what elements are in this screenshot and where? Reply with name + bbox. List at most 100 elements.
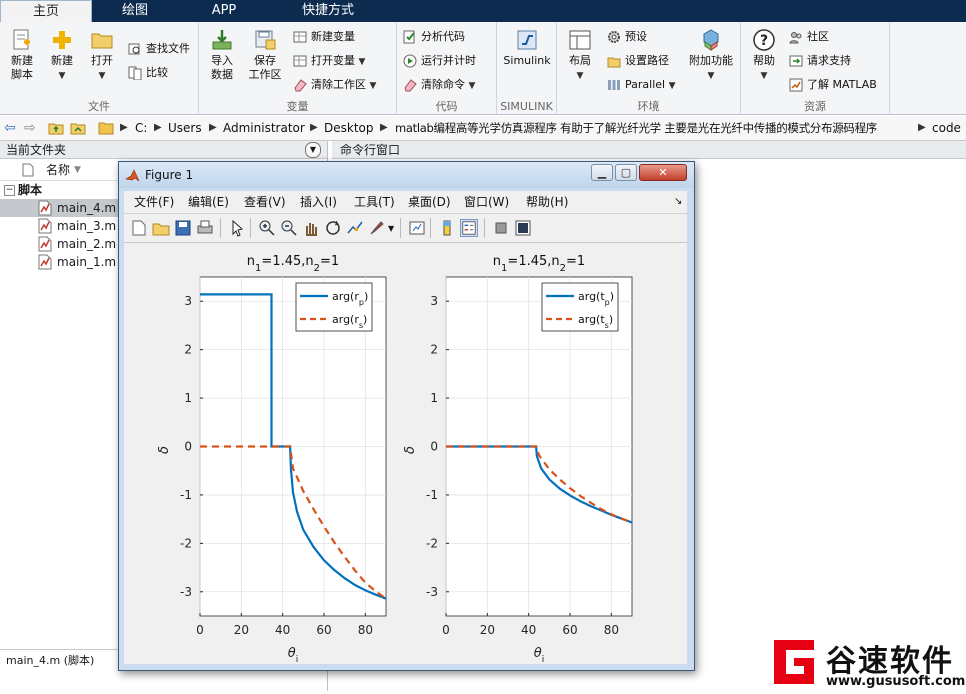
svg-text:?: ? <box>760 33 768 49</box>
breadcrumb-code[interactable]: code <box>932 116 961 140</box>
script-file-icon <box>38 254 52 270</box>
show-plot-tools-icon[interactable] <box>514 219 532 237</box>
pointer-icon[interactable] <box>228 219 246 237</box>
find-files-button[interactable]: 查找文件 <box>128 40 190 58</box>
set-path-icon <box>607 57 621 68</box>
new-script-icon <box>13 29 30 50</box>
clear-workspace-button[interactable]: 清除工作区 ▼ <box>293 76 376 94</box>
link-plot-icon[interactable] <box>408 219 426 237</box>
y-tick-label: 0 <box>184 440 192 454</box>
brush-icon[interactable] <box>368 219 386 237</box>
colorbar-icon[interactable] <box>438 219 456 237</box>
menu-view[interactable]: 查看(V) <box>244 191 286 213</box>
analyze-code-button[interactable]: 分析代码 <box>403 28 465 46</box>
tab-plots[interactable]: 绘图 <box>92 0 178 22</box>
help-icon: ? <box>753 29 775 51</box>
save-icon[interactable] <box>174 219 192 237</box>
analyze-code-icon <box>403 30 415 44</box>
panel-actions-icon[interactable]: ▼ <box>305 142 321 158</box>
menu-insert[interactable]: 插入(I) <box>300 191 337 213</box>
minimize-button[interactable]: ▁ <box>591 164 613 181</box>
menu-desktop[interactable]: 桌面(D) <box>408 191 451 213</box>
legend-right[interactable]: arg(tp)arg(ts) <box>541 282 619 332</box>
compare-icon <box>128 66 142 80</box>
chevron-down-icon: ▼ <box>760 71 768 81</box>
compare-button[interactable]: 比较 <box>128 64 168 82</box>
menu-help[interactable]: 帮助(H) <box>526 191 568 213</box>
hide-plot-tools-icon[interactable] <box>492 219 510 237</box>
group-resources: ? 帮助 ▼ 社区 请求支持 了解 MATLAB 资源 <box>741 22 890 114</box>
import-data-button[interactable]: 导入 数据 <box>205 28 239 82</box>
forward-arrow-icon[interactable]: ⇨ <box>24 116 36 140</box>
learn-matlab-button[interactable]: 了解 MATLAB <box>789 76 877 94</box>
zoom-out-icon[interactable] <box>280 219 298 237</box>
community-button[interactable]: 社区 <box>789 28 829 46</box>
print-icon[interactable] <box>196 219 214 237</box>
pan-hand-icon[interactable] <box>302 219 320 237</box>
clear-commands-button[interactable]: 清除命令 ▼ <box>403 76 475 94</box>
rotate-3d-icon[interactable] <box>324 219 342 237</box>
clear-workspace-label: 清除工作区 <box>311 78 366 91</box>
clear-commands-label: 清除命令 <box>421 78 465 91</box>
chevron-down-icon: ▼ <box>369 81 377 91</box>
toolstrip: 新建 脚本 新建 ▼ 打开 ▼ 查找文件 比较 文件 导入 数据 保存 工作区 新建变量 <box>0 22 966 115</box>
group-code: 分析代码 运行并计时 清除命令 ▼ 代码 <box>397 22 497 114</box>
new-script-button[interactable]: 新建 脚本 <box>4 28 40 82</box>
save-workspace-button[interactable]: 保存 工作区 <box>245 28 285 82</box>
axes-left[interactable]: 0 20 40 60 80 -3 -2 -1 0 1 2 3 n1=1.45,n2=1 θi δ ar… <box>157 254 387 665</box>
run-and-time-button[interactable]: 运行并计时 <box>403 52 476 70</box>
help-button[interactable]: ? 帮助 ▼ <box>747 28 781 83</box>
dock-arrow-icon[interactable]: ↘ <box>674 191 682 213</box>
tab-home[interactable]: 主页 <box>0 0 92 24</box>
collapse-icon[interactable]: − <box>4 185 15 196</box>
chevron-down-icon[interactable]: ▼ <box>388 224 394 233</box>
legend-icon[interactable] <box>460 219 478 237</box>
menu-window[interactable]: 窗口(W) <box>464 191 509 213</box>
breadcrumb-separator: ▶ <box>209 122 217 133</box>
breadcrumb-administrator[interactable]: Administrator <box>223 116 305 140</box>
maximize-button[interactable]: ▢ <box>615 164 637 181</box>
open-button[interactable]: 打开 ▼ <box>86 28 118 83</box>
save-label-1: 保存 <box>254 54 276 67</box>
data-cursor-icon[interactable] <box>346 219 364 237</box>
menu-edit[interactable]: 编辑(E) <box>188 191 229 213</box>
toolbar-separator <box>250 218 251 238</box>
browse-folder-icon[interactable] <box>70 121 86 135</box>
figure-title-bar[interactable]: Figure 1 ▁ ▢ ✕ <box>119 162 694 188</box>
breadcrumb-users[interactable]: Users <box>168 116 202 140</box>
menu-file[interactable]: 文件(F) <box>134 191 174 213</box>
open-variable-button[interactable]: 打开变量 ▼ <box>293 52 365 70</box>
breadcrumb-drive[interactable]: C: <box>135 116 147 140</box>
close-button[interactable]: ✕ <box>639 164 687 181</box>
new-button[interactable]: 新建 ▼ <box>46 28 78 83</box>
tab-apps[interactable]: APP <box>180 0 268 22</box>
y-tick-label: 3 <box>184 294 192 308</box>
main-tab-strip: 主页 绘图 APP 快捷方式 <box>0 0 966 24</box>
add-ons-button[interactable]: 附加功能 ▼ <box>687 28 735 83</box>
preferences-button[interactable]: 预设 <box>607 28 647 46</box>
breadcrumb-desktop[interactable]: Desktop <box>324 116 374 140</box>
y-tick-label: 1 <box>184 391 192 405</box>
new-variable-button[interactable]: 新建变量 <box>293 28 355 46</box>
request-support-button[interactable]: 请求支持 <box>789 52 851 70</box>
back-arrow-icon[interactable]: ⇦ <box>4 116 16 140</box>
sort-icon: ▼ <box>74 165 81 175</box>
open-file-icon[interactable] <box>152 219 170 237</box>
tab-shortcuts[interactable]: 快捷方式 <box>272 0 384 22</box>
legend-left[interactable]: arg(rp)arg(rs) <box>295 282 373 332</box>
y-tick-label: -3 <box>180 585 192 599</box>
set-path-button[interactable]: 设置路径 <box>607 52 669 70</box>
breadcrumb-project-folder[interactable]: matlab编程高等光学仿真源程序 有助于了解光纤光学 主要是光在光纤中传播的模… <box>395 116 916 140</box>
zoom-in-icon[interactable] <box>258 219 276 237</box>
layout-button[interactable]: 布局 ▼ <box>561 28 599 83</box>
up-folder-icon[interactable] <box>48 121 64 135</box>
script-file-icon <box>38 218 52 234</box>
figure-menu-bar: 文件(F) 编辑(E) 查看(V) 插入(I) 工具(T) 桌面(D) 窗口(W… <box>124 191 687 214</box>
breadcrumb-separator: ▶ <box>154 122 162 133</box>
new-figure-icon[interactable] <box>130 219 148 237</box>
new-script-label-1: 新建 <box>11 54 33 67</box>
simulink-button[interactable]: Simulink <box>501 28 553 68</box>
menu-tools[interactable]: 工具(T) <box>354 191 395 213</box>
axes-right[interactable]: 0 20 40 60 80 -3 -2 -1 0 1 2 3 n1=1.45,n2=1 θi δ ar… <box>403 254 633 665</box>
parallel-button[interactable]: Parallel ▼ <box>607 76 676 94</box>
